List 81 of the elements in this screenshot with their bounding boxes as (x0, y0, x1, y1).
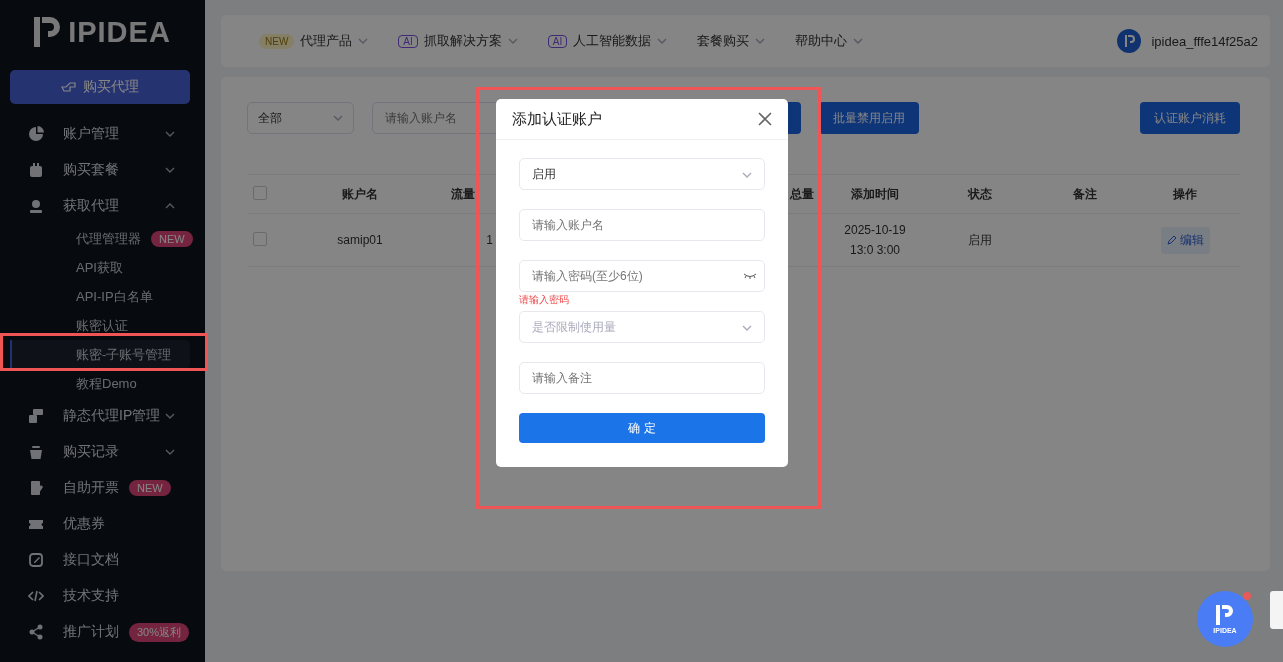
select-field[interactable]: 是否限制使用量 (519, 311, 765, 343)
chevron-icon (755, 38, 766, 44)
input-field[interactable]: 请输入账户名 (519, 209, 765, 241)
menu-icon (28, 480, 44, 496)
batch-toggle-button[interactable]: 批量禁用启用 (819, 102, 919, 134)
submenu-item[interactable]: 代理管理器 NEW (0, 224, 190, 253)
chevron-icon (165, 167, 175, 173)
buy-proxy-button[interactable]: 购买代理 (10, 70, 190, 104)
sidebar-item[interactable]: 自助开票 NEW (0, 470, 205, 506)
badge: NEW (151, 230, 193, 247)
username[interactable]: ipidea_fffe14f25a2 (1151, 33, 1258, 49)
chevron-icon (507, 38, 518, 44)
chevron-icon (742, 325, 752, 331)
sidebar-item[interactable]: 接口文档 (0, 542, 205, 578)
menu-icon (28, 588, 44, 604)
close-icon[interactable] (758, 112, 772, 126)
nav-menu[interactable]: AI 抓取解决方案 (398, 32, 518, 50)
menu-icon (28, 552, 44, 568)
badge: 30%返利 (129, 622, 190, 642)
dialog-title: 添加认证账户 (512, 109, 602, 129)
checkbox[interactable] (253, 185, 267, 200)
menu-icon (28, 444, 44, 460)
column-header: 操作 (1173, 186, 1197, 201)
table-cell-text: 1 (486, 232, 493, 249)
logo-icon (34, 17, 61, 47)
chevron-icon (358, 38, 369, 44)
column-header: 状态 (968, 186, 992, 201)
sidebar-item[interactable]: 推广计划 30%返利 (0, 614, 205, 650)
menu-icon (28, 408, 44, 424)
column-header: 备注 (1073, 186, 1097, 201)
column-header: 账户名 (342, 186, 378, 201)
sidebar-item[interactable]: 技术支持 (0, 578, 205, 614)
submenu-item[interactable]: API-IP白名单 (0, 282, 190, 311)
menu-icon (28, 198, 44, 214)
sidebar-item[interactable]: 获取代理 (0, 188, 205, 224)
table-cell-text: 启用 (968, 232, 992, 249)
nav-menu[interactable]: NEW 代理产品 (259, 32, 369, 50)
table-cell-text: samip01 (337, 232, 383, 249)
select-field[interactable]: 启用 (519, 158, 765, 190)
submenu-item[interactable]: 教程Demo (0, 369, 190, 398)
edit-button[interactable]: 编辑 (1160, 226, 1210, 254)
avatar-icon[interactable] (1117, 29, 1142, 53)
chevron-icon (333, 115, 343, 121)
chevron-icon (165, 413, 175, 419)
hidden-eye-icon[interactable] (743, 273, 757, 279)
hand-icon (61, 81, 77, 93)
chevron-icon (657, 38, 668, 44)
pencil-icon (1166, 235, 1177, 245)
sidebar-item[interactable]: 账户管理 (0, 116, 205, 152)
nav-menu[interactable]: 套餐购买 (697, 32, 766, 50)
sidebar-item[interactable]: 购买套餐 (0, 152, 205, 188)
chevron-icon (165, 131, 175, 137)
password-field[interactable]: 请输入密码(至少6位) (519, 260, 765, 292)
menu-icon (28, 126, 44, 142)
logo-icon (1216, 604, 1234, 625)
menu-icon (28, 624, 44, 640)
menu-icon (28, 162, 44, 178)
column-header: 添加时间 (851, 186, 899, 201)
chevron-icon (742, 172, 752, 178)
sidebar-item[interactable]: 优惠券 (0, 506, 205, 542)
chevron-icon (853, 38, 864, 44)
confirm-button[interactable]: 确 定 (519, 413, 765, 443)
table-cell-text: 2025-10-19 13:0 3:00 (843, 222, 907, 259)
checkbox[interactable] (253, 231, 267, 246)
chevron-icon (165, 449, 175, 455)
logo-text: IPIDEA (68, 15, 171, 49)
input-field[interactable]: 请输入备注 (519, 362, 765, 394)
sidebar-item[interactable]: 静态代理IP管理 (0, 398, 205, 434)
nav-menu[interactable]: AI 人工智能数据 (547, 32, 668, 50)
submenu-item[interactable]: API获取 (0, 253, 190, 282)
badge: NEW (129, 480, 171, 496)
status-select[interactable]: 全部 (247, 102, 354, 134)
submenu-item[interactable]: 账密-子账号管理 (10, 340, 190, 369)
column-header: 流量 (451, 186, 475, 201)
submenu-item[interactable]: 账密认证 (0, 311, 190, 340)
nav-menu[interactable]: 帮助中心 (795, 32, 864, 50)
sidebar-item[interactable]: 购买记录 (0, 434, 205, 470)
chevron-icon (165, 203, 175, 209)
column-header: 总量 (790, 186, 814, 201)
consumption-button[interactable]: 认证账户消耗 (1140, 102, 1240, 134)
error-message: 请输入密码 (519, 293, 570, 307)
